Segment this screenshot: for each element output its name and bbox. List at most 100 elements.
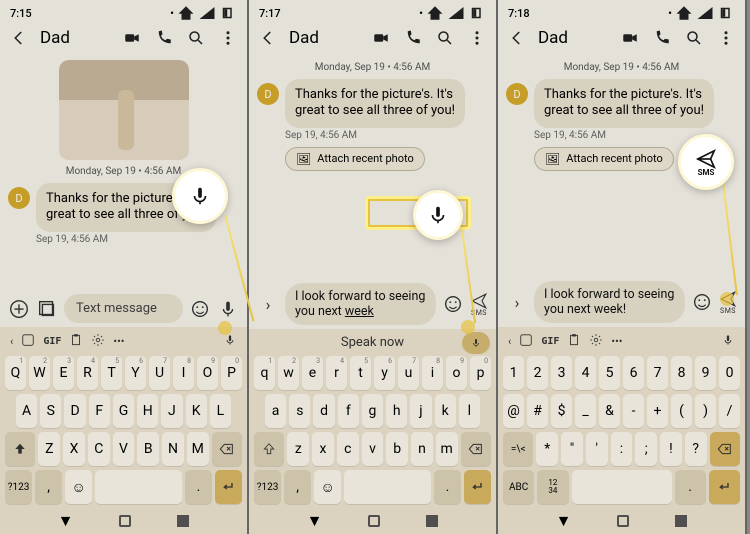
space-key[interactable]: [344, 470, 431, 504]
more-icon[interactable]: [717, 29, 735, 47]
avatar[interactable]: D: [257, 83, 279, 105]
nav-recents-icon[interactable]: [675, 515, 687, 527]
key[interactable]: q1: [254, 356, 275, 390]
avatar[interactable]: D: [506, 83, 528, 105]
key[interactable]: h: [386, 394, 407, 428]
mode-key[interactable]: ?123: [254, 470, 281, 504]
videocall-icon[interactable]: [372, 29, 390, 47]
key[interactable]: t5: [350, 356, 371, 390]
key[interactable]: G: [113, 394, 134, 428]
key[interactable]: 0: [719, 356, 740, 390]
more-icon[interactable]: [468, 29, 486, 47]
emoji-icon[interactable]: [691, 291, 713, 313]
contact-name[interactable]: Dad: [40, 28, 111, 48]
key[interactable]: V: [113, 432, 135, 466]
enter-key[interactable]: [215, 470, 242, 504]
gif-icon[interactable]: GIF: [541, 336, 559, 347]
message-bubble[interactable]: Thanks for the picture's. It's great to …: [534, 79, 714, 128]
key[interactable]: #: [527, 394, 548, 428]
gallery-icon[interactable]: [36, 298, 58, 320]
key[interactable]: D: [64, 394, 85, 428]
nav-keyboard-down-icon[interactable]: ▼: [307, 511, 323, 531]
key[interactable]: O9: [197, 356, 218, 390]
nav-recents-icon[interactable]: [177, 515, 189, 527]
nav-home-icon[interactable]: [368, 515, 380, 527]
key[interactable]: e3: [302, 356, 323, 390]
key[interactable]: R4: [77, 356, 98, 390]
nav-keyboard-down-icon[interactable]: ▼: [58, 511, 74, 531]
key[interactable]: s: [289, 394, 310, 428]
more-icon[interactable]: •••: [611, 335, 622, 348]
mode-key[interactable]: ABC: [503, 470, 534, 504]
key[interactable]: +: [647, 394, 668, 428]
shift-key[interactable]: [254, 432, 284, 466]
key[interactable]: g: [362, 394, 383, 428]
comma-key[interactable]: ,: [35, 470, 62, 504]
call-icon[interactable]: [653, 29, 671, 47]
back-icon[interactable]: [508, 29, 526, 47]
key[interactable]: P0: [221, 356, 242, 390]
key[interactable]: &: [599, 394, 620, 428]
key[interactable]: c: [337, 432, 359, 466]
key[interactable]: L: [210, 394, 231, 428]
key[interactable]: v: [362, 432, 384, 466]
key[interactable]: x: [312, 432, 334, 466]
emoji-icon[interactable]: [189, 298, 211, 320]
key[interactable]: H: [137, 394, 158, 428]
key[interactable]: b: [386, 432, 408, 466]
kbd-mic-active-icon[interactable]: [462, 332, 490, 354]
extra-key[interactable]: 12 34: [537, 470, 568, 504]
key[interactable]: 4: [575, 356, 596, 390]
key[interactable]: E3: [53, 356, 74, 390]
key[interactable]: 2: [527, 356, 548, 390]
key[interactable]: j: [410, 394, 431, 428]
key[interactable]: I8: [173, 356, 194, 390]
more-icon[interactable]: [219, 29, 237, 47]
key[interactable]: ?: [685, 432, 707, 466]
expand-icon[interactable]: ›: [506, 291, 528, 313]
key[interactable]: F: [89, 394, 110, 428]
key[interactable]: 1: [503, 356, 524, 390]
key[interactable]: l: [459, 394, 480, 428]
nav-recents-icon[interactable]: [426, 515, 438, 527]
space-key[interactable]: [572, 470, 672, 504]
more-icon[interactable]: •••: [113, 335, 124, 348]
key[interactable]: C: [88, 432, 110, 466]
contact-name[interactable]: Dad: [538, 28, 609, 48]
space-key[interactable]: [95, 470, 182, 504]
key[interactable]: /: [719, 394, 740, 428]
back-icon[interactable]: [10, 29, 28, 47]
attach-photo-chip[interactable]: 🖼Attach recent photo: [285, 147, 425, 171]
nav-home-icon[interactable]: [119, 515, 131, 527]
shift-key[interactable]: [5, 432, 35, 466]
key[interactable]: :: [611, 432, 633, 466]
emoji-key[interactable]: ☺: [314, 470, 341, 504]
settings-icon[interactable]: [589, 333, 603, 350]
mic-icon[interactable]: [217, 298, 239, 320]
key[interactable]: T5: [101, 356, 122, 390]
mode-key[interactable]: ?123: [5, 470, 32, 504]
key[interactable]: Q1: [5, 356, 26, 390]
videocall-icon[interactable]: [123, 29, 141, 47]
text-input[interactable]: I look forward to seeing you next week!: [534, 281, 685, 323]
key[interactable]: ": [561, 432, 583, 466]
search-icon[interactable]: [685, 29, 703, 47]
settings-icon[interactable]: [91, 333, 105, 350]
key[interactable]: 3: [551, 356, 572, 390]
key[interactable]: K: [186, 394, 207, 428]
text-input[interactable]: I look forward to seeing you next week: [285, 283, 436, 325]
key[interactable]: a: [265, 394, 286, 428]
avatar[interactable]: D: [8, 187, 30, 209]
key[interactable]: ): [695, 394, 716, 428]
key[interactable]: 9: [695, 356, 716, 390]
message-bubble[interactable]: Thanks for the picture's. It's great to …: [285, 79, 465, 128]
call-icon[interactable]: [404, 29, 422, 47]
search-icon[interactable]: [436, 29, 454, 47]
key[interactable]: n: [411, 432, 433, 466]
key[interactable]: B: [137, 432, 159, 466]
call-icon[interactable]: [155, 29, 173, 47]
emoji-key[interactable]: ☺: [65, 470, 92, 504]
enter-key[interactable]: [464, 470, 491, 504]
backspace-key[interactable]: [212, 432, 242, 466]
sticker-icon[interactable]: [519, 333, 533, 350]
